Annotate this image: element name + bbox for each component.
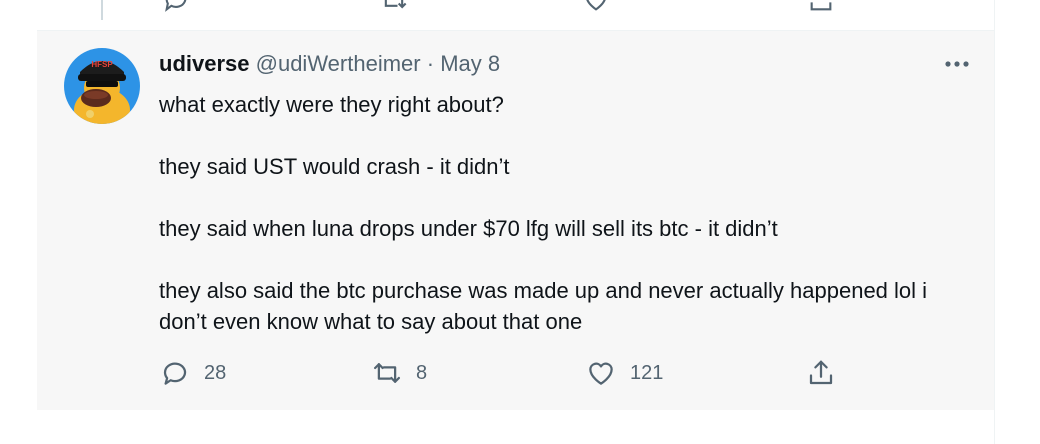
retweet-icon xyxy=(374,363,400,383)
author-handle[interactable]: @udiWertheimer xyxy=(256,51,421,76)
reply-count: 28 xyxy=(204,361,227,384)
heart-icon xyxy=(589,362,613,385)
retweet-count: 8 xyxy=(416,361,428,384)
previous-tweet-actions xyxy=(37,0,995,30)
heart-icon[interactable] xyxy=(582,0,610,14)
author-name[interactable]: udiverse xyxy=(159,51,250,76)
like-count: 121 xyxy=(630,361,664,384)
tweet-text: what exactly were they right about? they… xyxy=(159,89,979,337)
show-replies-strip xyxy=(37,410,995,444)
more-options-icon[interactable] xyxy=(940,52,974,76)
reply-icon xyxy=(163,362,187,385)
share-button[interactable] xyxy=(806,358,836,388)
avatar[interactable]: HFSP xyxy=(64,48,140,124)
share-icon xyxy=(809,360,833,385)
separator-dot: · xyxy=(426,51,435,76)
avatar-cap-text: HFSP xyxy=(91,60,113,69)
reply-icon[interactable] xyxy=(162,0,190,14)
retweet-icon[interactable] xyxy=(380,0,408,14)
retweet-button[interactable]: 8 xyxy=(372,358,427,388)
share-icon[interactable] xyxy=(807,0,835,14)
like-button[interactable]: 121 xyxy=(586,358,663,388)
reply-button[interactable]: 28 xyxy=(160,358,226,388)
tweet-paragraph: they said UST would crash - it didn’t xyxy=(159,154,510,179)
tweet-header: udiverse @udiWertheimer · May 8 xyxy=(159,51,500,77)
tweet-paragraph: they also said the btc purchase was made… xyxy=(159,278,928,334)
tweet-paragraph: they said when luna drops under $70 lfg … xyxy=(159,216,778,241)
thread-line xyxy=(101,0,103,20)
tweet-paragraph: what exactly were they right about? xyxy=(159,92,504,117)
tweet-date[interactable]: May 8 xyxy=(440,51,500,76)
